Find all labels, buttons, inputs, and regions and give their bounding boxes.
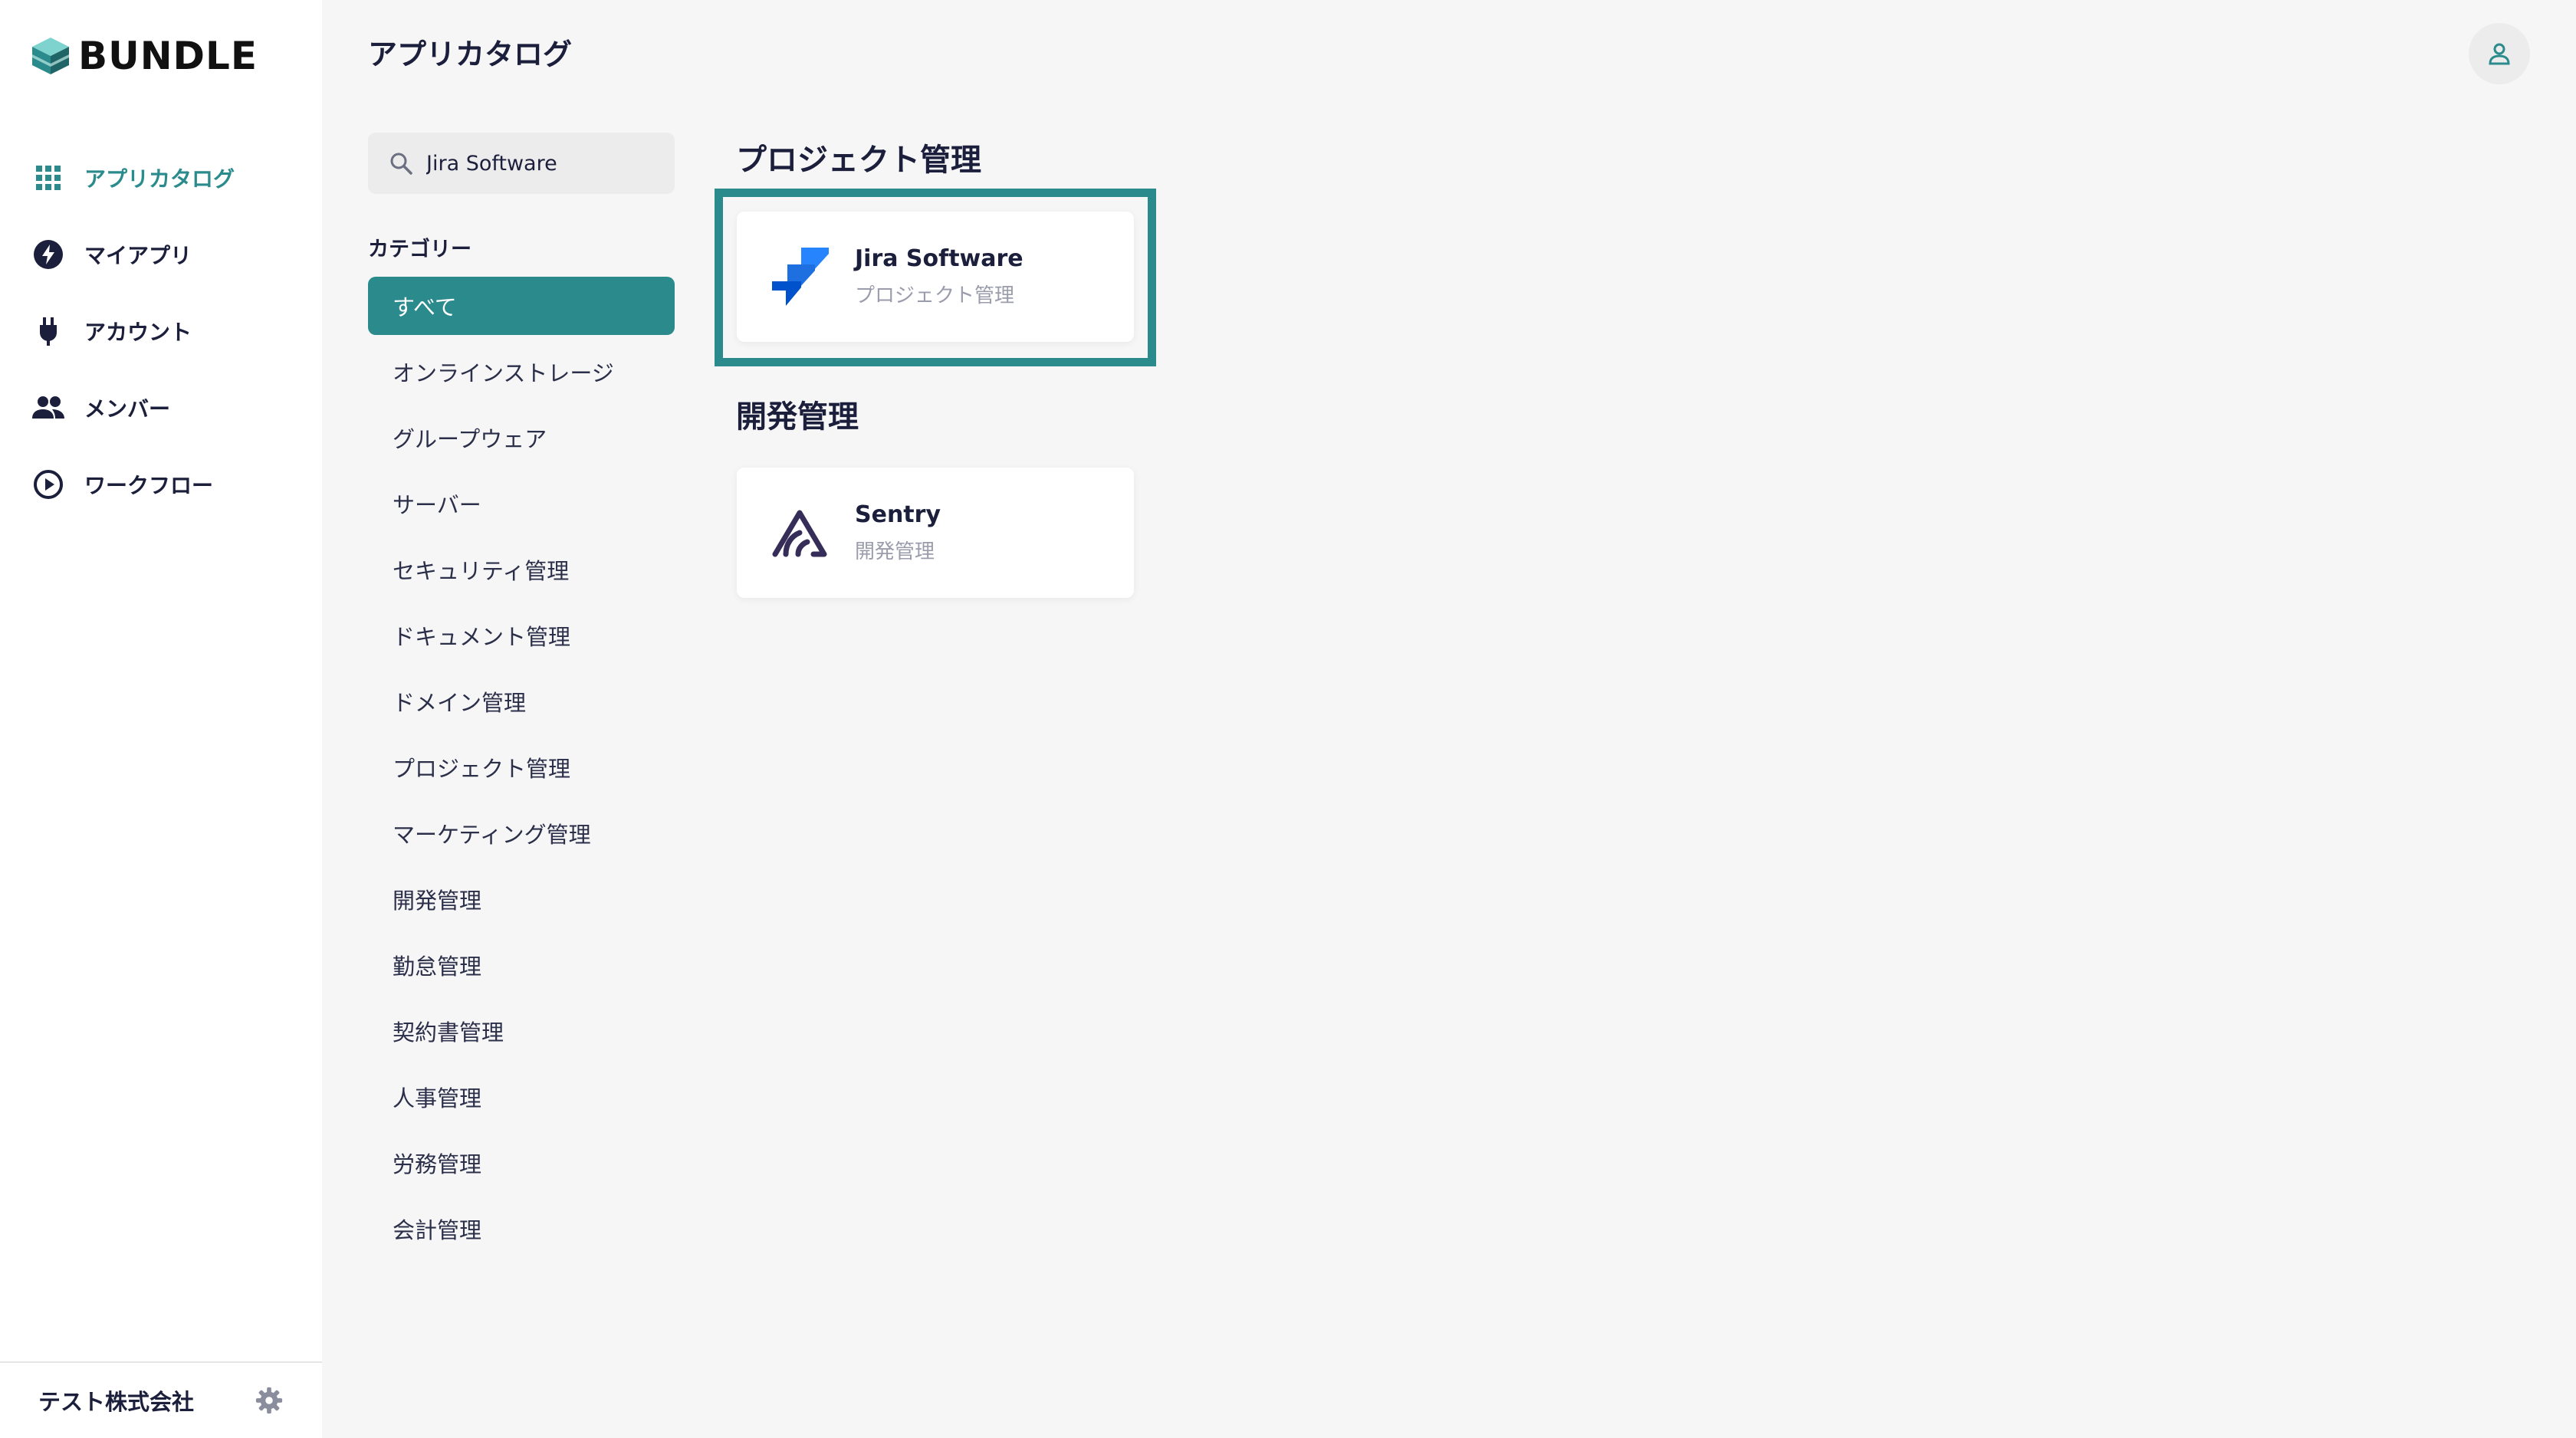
app-name: Jira Software	[855, 245, 1024, 272]
category-project[interactable]: プロジェクト管理	[368, 738, 675, 796]
category-security[interactable]: セキュリティ管理	[368, 540, 675, 599]
category-server[interactable]: サーバー	[368, 474, 675, 533]
category-accounting[interactable]: 会計管理	[368, 1200, 675, 1258]
app-card-text: Sentry 開発管理	[855, 501, 941, 564]
category-contract[interactable]: 契約書管理	[368, 1002, 675, 1060]
sidebar-item-label: メンバー	[84, 396, 171, 422]
category-list: すべて オンラインストレージ グループウェア サーバー セキュリティ管理 ドキュ…	[368, 277, 675, 1266]
category-online-storage[interactable]: オンラインストレージ	[368, 343, 675, 401]
app-category: 開発管理	[855, 540, 935, 563]
jira-icon	[766, 243, 833, 310]
brand-name: BUNDLE	[78, 34, 258, 78]
people-icon	[31, 390, 66, 425]
app-card-text: Jira Software プロジェクト管理	[855, 245, 1024, 308]
sidebar-item-app-catalog[interactable]: アプリカタログ	[0, 140, 322, 216]
app-category: プロジェクト管理	[855, 284, 1015, 307]
search-input[interactable]	[425, 150, 673, 176]
sidebar-item-label: ワークフロー	[84, 473, 214, 498]
category-all[interactable]: すべて	[368, 277, 675, 335]
category-groupware[interactable]: グループウェア	[368, 409, 675, 467]
sidebar: BUNDLE アプリカタログ マイアプリ アカウント メンバー ワークフロー テ…	[0, 0, 322, 1438]
sidebar-footer: テスト株式会社	[0, 1361, 322, 1438]
app-card-sentry[interactable]: Sentry 開発管理	[737, 468, 1134, 598]
section-title-development: 開発管理	[736, 399, 859, 435]
section-title-project: プロジェクト管理	[736, 143, 981, 178]
sidebar-nav: アプリカタログ マイアプリ アカウント メンバー ワークフロー	[0, 140, 322, 523]
category-labor[interactable]: 労務管理	[368, 1134, 675, 1192]
category-domain[interactable]: ドメイン管理	[368, 672, 675, 730]
grid-icon	[31, 160, 66, 195]
category-attendance[interactable]: 勤怠管理	[368, 936, 675, 994]
sidebar-item-account[interactable]: アカウント	[0, 293, 322, 369]
page-title: アプリカタログ	[368, 38, 573, 71]
category-header: カテゴリー	[368, 238, 472, 261]
company-name: テスト株式会社	[38, 1389, 195, 1415]
app-name: Sentry	[855, 501, 941, 528]
bundle-logo-icon	[32, 38, 69, 74]
search-icon	[390, 153, 412, 175]
bundle-logo[interactable]: BUNDLE	[29, 31, 258, 81]
sidebar-item-members[interactable]: メンバー	[0, 369, 322, 446]
app-card-jira-software[interactable]: Jira Software プロジェクト管理	[737, 212, 1134, 342]
category-marketing[interactable]: マーケティング管理	[368, 804, 675, 862]
search-box[interactable]	[368, 133, 675, 194]
lightning-icon	[31, 237, 66, 272]
sidebar-item-label: アカウント	[84, 320, 192, 345]
gear-icon[interactable]	[255, 1386, 284, 1415]
category-development[interactable]: 開発管理	[368, 870, 675, 928]
sentry-icon	[766, 499, 833, 566]
user-icon	[2489, 43, 2510, 65]
category-document[interactable]: ドキュメント管理	[368, 606, 675, 665]
category-hr[interactable]: 人事管理	[368, 1068, 675, 1126]
play-circle-icon	[31, 467, 66, 502]
sidebar-item-label: アプリカタログ	[84, 166, 235, 192]
sidebar-item-my-apps[interactable]: マイアプリ	[0, 216, 322, 293]
user-avatar-button[interactable]	[2469, 23, 2530, 84]
sidebar-item-workflow[interactable]: ワークフロー	[0, 446, 322, 523]
sidebar-item-label: マイアプリ	[84, 243, 192, 268]
plug-icon	[31, 314, 66, 349]
